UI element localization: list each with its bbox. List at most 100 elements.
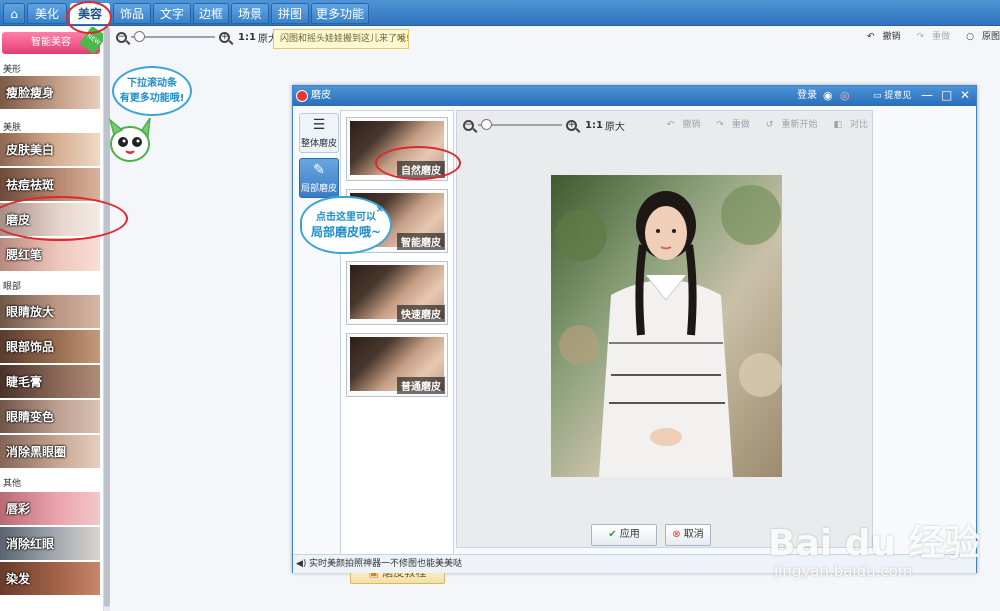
apply-button[interactable]: ✔ 应用 [591, 524, 657, 546]
tab-more[interactable]: 更多功能▼ [311, 3, 369, 40]
preset-quick-label: 快速磨皮 [397, 305, 445, 322]
preset-panel: 自然磨皮 智能磨皮 快速磨皮 普通磨皮 [340, 110, 454, 556]
tab-local-smooth-label: 局部磨皮 [300, 184, 337, 194]
app-logo-icon [296, 90, 308, 102]
section-eyes: 眼部 [3, 282, 22, 292]
sidebar-item-dark-circles[interactable]: 消除黑眼圈 [0, 435, 100, 469]
tab-beauty[interactable]: 美容 [70, 3, 110, 24]
canvas-zoom-out-icon[interactable]: − [463, 119, 474, 131]
tab-overall-smooth[interactable]: ☰ 整体磨皮 [299, 113, 339, 153]
tab-text[interactable]: 文字 [153, 3, 191, 24]
redo-button[interactable]: ↷ 重做 [909, 29, 951, 43]
sidebar-item-slim[interactable]: 瘦脸瘦身 [0, 76, 100, 110]
sidebar-item-lip-color[interactable]: 唇彩 [0, 492, 100, 526]
undo-icon: ↶ [867, 32, 875, 42]
zoom-slider-knob[interactable] [134, 31, 146, 42]
close-dialog-icon[interactable]: ✕ [960, 86, 970, 105]
canvas-reset-label: 重新开始 [781, 120, 818, 130]
preview-photo[interactable] [551, 175, 782, 477]
original-button[interactable]: ○ 原图 [958, 29, 1000, 43]
tab-beautify[interactable]: 美化 [27, 3, 67, 24]
zoom-out-icon[interactable]: − [116, 31, 127, 43]
login-link[interactable]: 登录 [797, 86, 817, 106]
preset-smart-label: 智能磨皮 [397, 233, 445, 250]
dialog-status-bar: ◀) 实时美颜拍照神器一不修图也能美美哒 [293, 554, 976, 573]
home-icon: ⌂ [10, 7, 18, 21]
local-smooth-hint-bubble: × 点击这里可以 局部磨皮哦~ [300, 196, 392, 254]
sidebar-item-eye-color[interactable]: 眼睛变色 [0, 400, 100, 434]
canvas-undo-label: 撤销 [682, 120, 701, 130]
reset-icon: ↺ [765, 120, 774, 130]
minimize-icon[interactable]: — [921, 86, 933, 105]
sidebar-item-enlarge-eyes[interactable]: 眼睛放大 [0, 295, 100, 329]
canvas-zoom-label[interactable]: 原大 [605, 118, 625, 133]
sidebar-item-eye-accessories[interactable]: 眼部饰品 [0, 330, 100, 364]
preset-quick[interactable]: 快速磨皮 [346, 261, 448, 325]
tab-home[interactable]: ⌂ [3, 3, 25, 24]
top-tab-bar: ⌂ 美化 美容 饰品 文字 边框 场景 拼图 更多功能▼ [0, 0, 1000, 40]
hint-line-2: 有更多功能哦! [119, 93, 185, 104]
tab-border[interactable]: 边框 [193, 3, 229, 24]
new-badge: NEW [79, 27, 103, 55]
main-actions: ↶ 撤销 ↷ 重做 ○ 原图 [851, 29, 1000, 43]
sidebar-item-blush[interactable]: 腮红笔 [0, 238, 100, 272]
zoom-slider[interactable] [131, 31, 215, 42]
hint-dialog-line-2: 局部磨皮哦~ [310, 225, 382, 239]
main-zoom-bar: − + 1:1 原大 [116, 29, 278, 45]
sidebar-item-smooth[interactable]: 磨皮 [0, 203, 100, 237]
preset-natural-label: 自然磨皮 [397, 161, 445, 178]
weibo-icon[interactable]: ◎ [840, 86, 850, 106]
canvas-zoom-knob[interactable] [481, 119, 493, 130]
canvas-reset-button[interactable]: ↺ 重新开始 [758, 117, 818, 130]
notice-text: 闪图和摇头娃娃搬到这儿来了哦! [280, 34, 409, 44]
original-label: 原图 [981, 32, 1000, 42]
canvas-zoom-ratio[interactable]: 1:1 [585, 120, 603, 131]
close-icon[interactable]: × [397, 30, 405, 48]
maximize-icon[interactable]: □ [941, 86, 952, 105]
feature-sidebar: 智能美容 NEW 美形 瘦脸瘦身 美肤 皮肤美白 祛痘祛斑 磨皮 腮红笔 眼部 … [0, 27, 104, 611]
smart-beauty-button[interactable]: 智能美容 NEW [2, 27, 103, 55]
section-skin: 美肤 [3, 123, 22, 133]
dialog-titlebar[interactable]: 磨皮 登录 ◉ ◎ ▭ 提意见 — □ ✕ [293, 86, 976, 106]
canvas-zoom-in-icon[interactable]: + [566, 119, 577, 131]
canvas-redo-label: 重做 [731, 120, 750, 130]
tab-accessories[interactable]: 饰品 [113, 3, 151, 24]
section-other: 其他 [3, 479, 22, 489]
cancel-icon: ⊗ [672, 529, 684, 540]
smart-beauty-label: 智能美容 [31, 37, 71, 48]
hint-close-icon[interactable]: × [376, 202, 384, 217]
preview-canvas: − + 1:1 原大 ↶ 撤销 ↷ 重做 ↺ 重新开始 ◧ 对比 [456, 110, 873, 548]
undo-button[interactable]: ↶ 撤销 [859, 29, 901, 43]
preset-natural[interactable]: 自然磨皮 [346, 117, 448, 181]
tab-overall-smooth-label: 整体磨皮 [300, 139, 337, 149]
compare-icon: ◧ [833, 120, 842, 130]
preset-normal-label: 普通磨皮 [397, 377, 445, 394]
cancel-button[interactable]: ⊗ 取消 [665, 524, 711, 546]
smooth-skin-dialog: 磨皮 登录 ◉ ◎ ▭ 提意见 — □ ✕ ☰ 整体磨皮 ✎ 局部磨皮 自然磨皮… [292, 85, 977, 584]
qq-icon[interactable]: ◉ [823, 86, 833, 106]
tab-local-smooth[interactable]: ✎ 局部磨皮 [299, 158, 339, 198]
zoom-in-icon[interactable]: + [219, 31, 230, 43]
feedback-button[interactable]: ▭ 提意见 [873, 86, 911, 106]
sidebar-item-red-eye[interactable]: 消除红眼 [0, 527, 100, 561]
sidebar-item-whiten[interactable]: 皮肤美白 [0, 133, 100, 167]
sidebar-item-mascara[interactable]: 睫毛膏 [0, 365, 100, 399]
tab-scene[interactable]: 场景 [231, 3, 269, 24]
canvas-undo-button[interactable]: ↶ 撤销 [659, 117, 701, 130]
sidebar-item-hair-dye[interactable]: 染发 [0, 562, 100, 596]
sidebar-item-acne[interactable]: 祛痘祛斑 [0, 168, 100, 202]
radio-icon: ○ [966, 32, 974, 42]
status-text[interactable]: 实时美颜拍照神器一不修图也能美美哒 [309, 559, 462, 569]
tab-more-label: 更多功能 [315, 7, 364, 21]
zoom-ratio[interactable]: 1:1 [238, 32, 256, 43]
canvas-redo-button[interactable]: ↷ 重做 [708, 117, 750, 130]
feedback-icon: ▭ [873, 91, 885, 101]
canvas-zoom-slider[interactable] [478, 119, 562, 130]
tab-collage[interactable]: 拼图 [271, 3, 309, 24]
preset-normal[interactable]: 普通磨皮 [346, 333, 448, 397]
canvas-compare-button[interactable]: ◧ 对比 [825, 117, 868, 130]
speaker-icon: ◀) [296, 559, 307, 569]
sliders-icon: ☰ [312, 117, 326, 133]
redo-label: 重做 [932, 32, 951, 42]
brush-icon: ✎ [313, 162, 325, 178]
